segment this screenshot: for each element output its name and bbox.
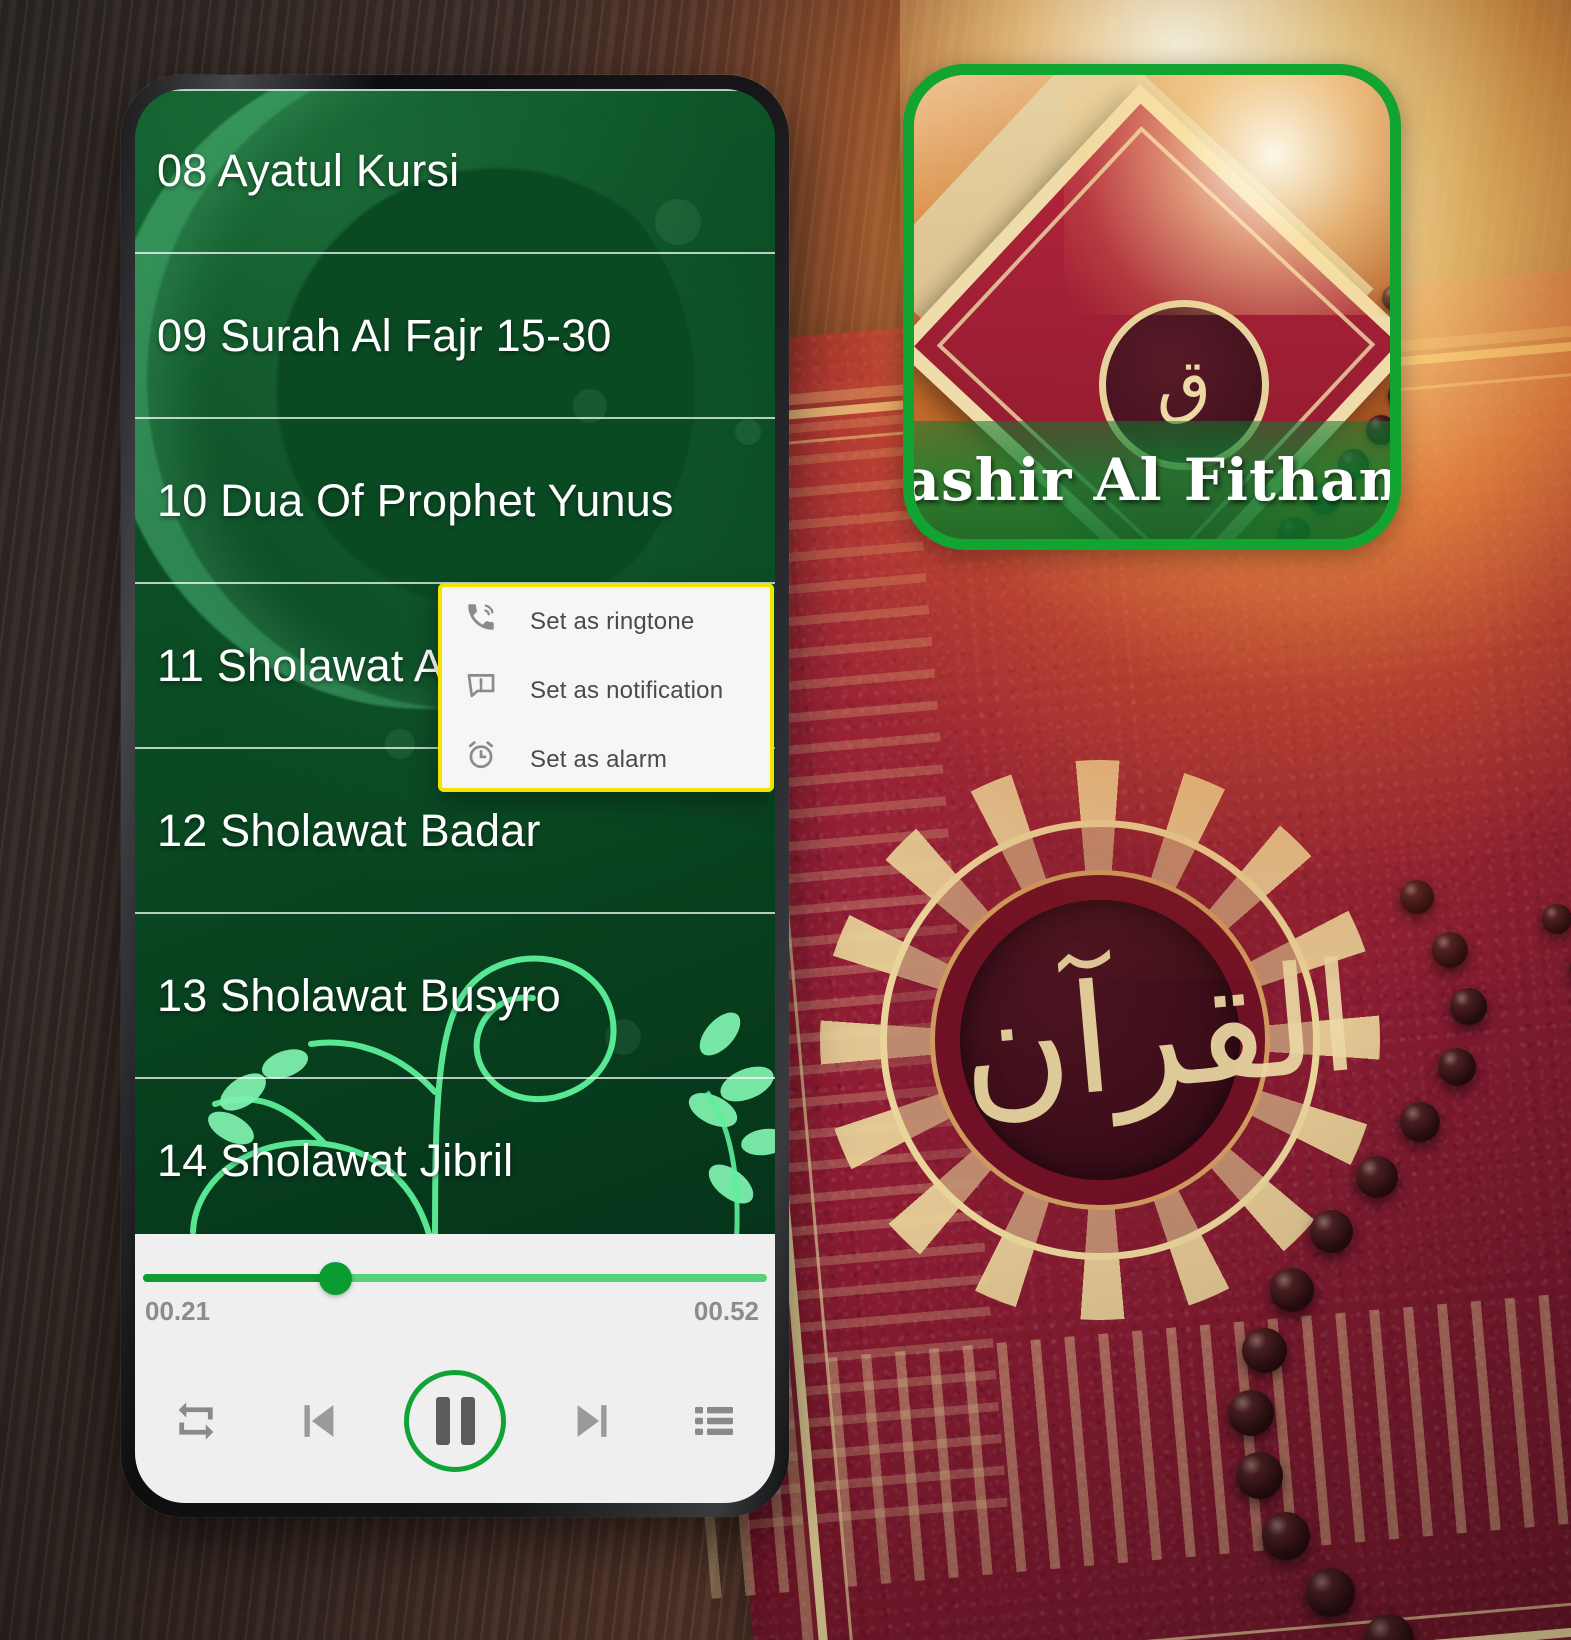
track-label: 14 Sholawat Jibril	[157, 1134, 514, 1186]
pause-icon	[460, 1397, 475, 1445]
track-label: 13 Sholawat Busyro	[157, 969, 561, 1021]
track-label: 08 Ayatul Kursi	[157, 144, 460, 196]
previous-button[interactable]	[283, 1381, 353, 1461]
phone-device-frame: 08 Ayatul Kursi 09 Surah Al Fajr 15-30 1…	[121, 75, 789, 1517]
track-row[interactable]: 14 Sholawat Jibril	[135, 1079, 775, 1244]
track-row[interactable]: 10 Dua Of Prophet Yunus	[135, 419, 775, 584]
seek-bar[interactable]	[135, 1256, 775, 1300]
track-label: 12 Sholawat Badar	[157, 804, 541, 856]
player-bar: 00.21 00.52	[135, 1234, 775, 1503]
track-label: 11 Sholawat A	[157, 639, 444, 691]
app-icon-title: Nashir Al Fithamy	[903, 446, 1390, 514]
seek-thumb[interactable]	[319, 1262, 352, 1295]
ringtone-icon	[464, 600, 514, 644]
track-row[interactable]: 09 Surah Al Fajr 15-30	[135, 254, 775, 419]
menu-item-label: Set as notification	[530, 676, 724, 704]
total-time-label: 00.52	[693, 1296, 759, 1326]
menu-item-label: Set as alarm	[530, 745, 668, 773]
next-button[interactable]	[558, 1381, 628, 1461]
current-time-label: 00.21	[145, 1296, 211, 1326]
track-label: 10 Dua Of Prophet Yunus	[157, 474, 674, 526]
app-icon-card[interactable]: ق Nashir Al Fithamy	[903, 64, 1401, 550]
menu-item-label: Set as ringtone	[530, 607, 695, 635]
track-row[interactable]: 13 Sholawat Busyro	[135, 914, 775, 1079]
app-icon-label-band: Nashir Al Fithamy	[914, 421, 1390, 539]
phone-screen: 08 Ayatul Kursi 09 Surah Al Fajr 15-30 1…	[135, 89, 775, 1503]
seek-fill	[143, 1274, 336, 1282]
icon-sun-flare	[1064, 75, 1390, 315]
menu-item-set-as-ringtone[interactable]: Set as ringtone	[442, 587, 770, 656]
pause-icon	[435, 1397, 450, 1445]
menu-item-set-as-notification[interactable]: Set as notification	[442, 656, 770, 725]
track-label: 09 Surah Al Fajr 15-30	[157, 309, 612, 361]
context-menu[interactable]: Set as ringtone Set as notification Set …	[438, 583, 774, 792]
alarm-clock-icon	[464, 738, 514, 782]
play-pause-button[interactable]	[404, 1370, 506, 1472]
menu-item-set-as-alarm[interactable]: Set as alarm	[442, 725, 770, 788]
repeat-button[interactable]	[161, 1386, 231, 1456]
track-row[interactable]: 08 Ayatul Kursi	[135, 89, 775, 254]
notification-icon	[464, 669, 514, 713]
playlist-button[interactable]	[679, 1386, 749, 1456]
playback-controls	[135, 1361, 775, 1481]
